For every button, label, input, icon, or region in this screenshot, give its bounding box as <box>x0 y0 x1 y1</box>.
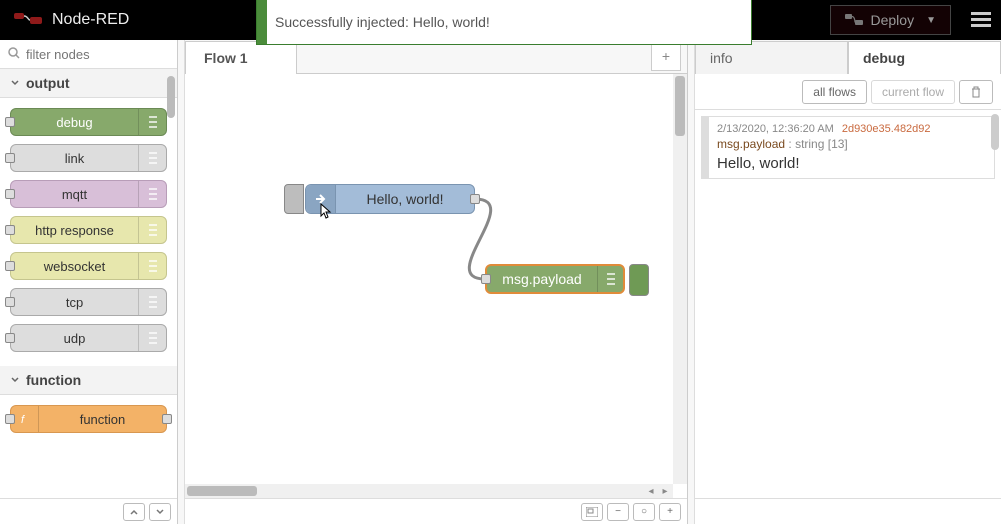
palette-node-debug[interactable]: debug <box>10 108 167 136</box>
palette-node-label: http response <box>11 223 138 238</box>
palette-node-link[interactable]: link <box>10 144 167 172</box>
nodered-logo-icon <box>14 11 44 29</box>
deploy-label: Deploy <box>871 12 915 28</box>
tab-info[interactable]: info <box>695 41 848 74</box>
canvas-horizontal-scrollbar[interactable]: ◂▸ <box>185 484 673 498</box>
sidebar-tabs: info debug <box>695 40 1001 74</box>
palette-expand-all-button[interactable] <box>149 503 171 521</box>
palette-node-icon <box>138 145 166 171</box>
palette-node-mqtt[interactable]: mqtt <box>10 180 167 208</box>
inject-trigger-button[interactable] <box>284 184 304 214</box>
navigator-button[interactable] <box>581 503 603 521</box>
palette-node-port <box>5 189 15 199</box>
palette-node-icon <box>138 289 166 315</box>
palette-node-label: debug <box>11 115 138 130</box>
debug-toolbar: all flows current flow <box>695 74 1001 110</box>
notification-toast: Successfully injected: Hello, world! <box>256 0 752 45</box>
palette-search[interactable] <box>0 40 177 69</box>
toast-message: Successfully injected: Hello, world! <box>275 14 490 30</box>
palette-node-icon <box>138 325 166 351</box>
deploy-button[interactable]: Deploy ▼ <box>830 5 952 35</box>
debug-timestamp: 2/13/2020, 12:36:20 AM <box>717 123 834 135</box>
palette-node-port <box>5 225 15 235</box>
deploy-icon <box>845 13 863 27</box>
debug-value: Hello, world! <box>717 155 986 172</box>
palette-scrollbar[interactable] <box>167 76 175 118</box>
palette-category-function[interactable]: function <box>0 366 177 395</box>
debug-node-id[interactable]: 2d930e35.482d92 <box>842 123 931 135</box>
palette-category-output[interactable]: output <box>0 69 177 98</box>
filter-all-flows-button[interactable]: all flows <box>802 80 867 104</box>
trash-icon <box>970 86 982 98</box>
debug-message-list: 2/13/2020, 12:36:20 AM 2d930e35.482d92 m… <box>695 110 1001 498</box>
palette-node-udp[interactable]: udp <box>10 324 167 352</box>
canvas-vertical-scrollbar[interactable] <box>673 74 687 484</box>
palette-node-label: udp <box>11 331 138 346</box>
palette-node-tcp[interactable]: tcp <box>10 288 167 316</box>
pointer-cursor-icon <box>317 202 335 225</box>
clear-debug-button[interactable] <box>959 80 993 104</box>
palette-node-icon <box>138 253 166 279</box>
debug-node-icon <box>597 266 623 292</box>
palette-node-label: function <box>39 412 166 427</box>
palette-node-port <box>5 333 15 343</box>
node-input-port[interactable] <box>481 274 491 284</box>
palette-node-ws[interactable]: websocket <box>10 252 167 280</box>
filter-current-flow-button[interactable]: current flow <box>871 80 955 104</box>
palette-node-port <box>5 297 15 307</box>
palette-node-icon <box>138 217 166 243</box>
debug-topic: msg.payload <box>717 137 785 151</box>
flow-tabs: Flow 1 + <box>185 40 687 74</box>
palette-node-port <box>5 153 15 163</box>
zoom-out-button[interactable]: − <box>607 503 629 521</box>
palette-collapse-all-button[interactable] <box>123 503 145 521</box>
debug-message[interactable]: 2/13/2020, 12:36:20 AM 2d930e35.482d92 m… <box>701 116 995 179</box>
tab-flow-1[interactable]: Flow 1 <box>185 41 297 74</box>
palette-category-label: function <box>26 372 81 388</box>
caret-down-icon: ▼ <box>926 15 936 26</box>
debug-type: string [13] <box>795 137 848 151</box>
node-output-port[interactable] <box>470 194 480 204</box>
palette-node-icon <box>138 181 166 207</box>
chevron-down-icon <box>10 375 20 385</box>
main-menu-button[interactable] <box>961 0 1001 40</box>
palette-footer <box>0 498 177 524</box>
palette-node-port <box>5 117 15 127</box>
svg-text:f: f <box>21 414 25 426</box>
palette-node-label: mqtt <box>11 187 138 202</box>
debug-node[interactable]: msg.payload <box>485 264 625 294</box>
inject-node-label: Hello, world! <box>336 191 474 207</box>
debug-toggle-button[interactable] <box>629 264 649 296</box>
zoom-reset-button[interactable]: ○ <box>633 503 655 521</box>
palette-node-port <box>162 414 172 424</box>
palette-node-port <box>5 414 15 424</box>
zoom-in-button[interactable]: + <box>659 503 681 521</box>
palette-node-icon <box>138 109 166 135</box>
palette-node-function[interactable]: f function <box>10 405 167 433</box>
palette-panel: output debug link mqtt http response websocke… <box>0 40 178 524</box>
palette-node-label: tcp <box>11 295 138 310</box>
function-icon: f <box>11 406 39 432</box>
debug-node-label: msg.payload <box>487 271 597 287</box>
workspace: Flow 1 + Hello, world! msg.payloa <box>185 40 688 524</box>
chevron-down-icon <box>10 78 20 88</box>
palette-filter-input[interactable] <box>26 47 169 62</box>
search-icon <box>8 46 20 62</box>
palette-category-label: output <box>26 75 70 91</box>
add-flow-button[interactable]: + <box>651 41 681 71</box>
palette-node-label: websocket <box>11 259 138 274</box>
sidebar: info debug all flows current flow 2/13/2… <box>695 40 1001 524</box>
palette-node-http[interactable]: http response <box>10 216 167 244</box>
app-name: Node-RED <box>52 11 129 29</box>
workspace-footer: − ○ + <box>185 498 687 524</box>
palette-node-port <box>5 261 15 271</box>
app-logo: Node-RED <box>0 11 143 29</box>
flow-canvas[interactable]: Hello, world! msg.payload <box>185 74 687 498</box>
hamburger-icon <box>971 12 991 28</box>
sidebar-scrollbar[interactable] <box>991 114 999 150</box>
tab-debug[interactable]: debug <box>848 41 1001 74</box>
palette-node-label: link <box>11 151 138 166</box>
